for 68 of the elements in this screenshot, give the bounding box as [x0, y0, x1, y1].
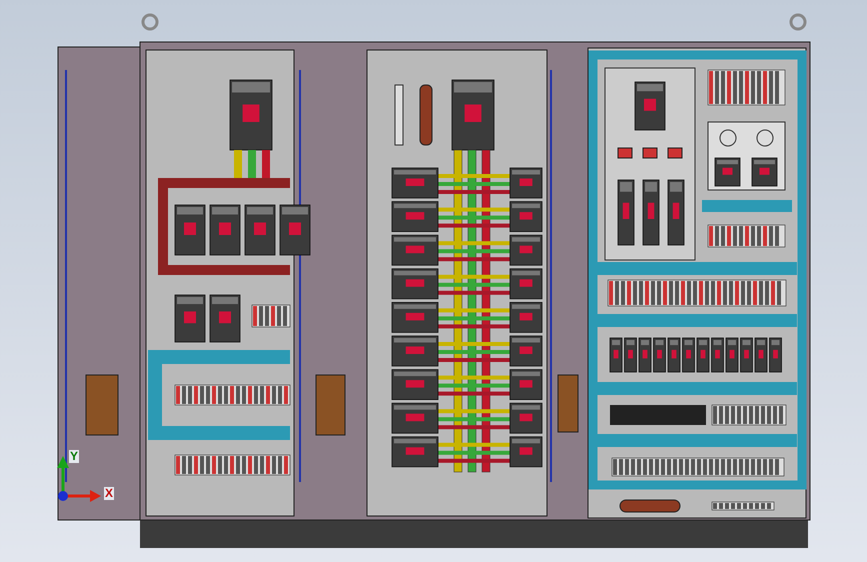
busbar-drawing — [234, 150, 270, 180]
circuit-breaker-icon — [392, 268, 438, 300]
circuit-breaker-icon — [280, 204, 310, 256]
circuit-breaker-icon — [668, 338, 680, 372]
terminal-strip-icon — [712, 404, 786, 426]
indicator-lamp-icon — [618, 148, 632, 158]
circuit-breaker-icon — [754, 338, 768, 372]
terminal-strip-icon — [612, 458, 784, 476]
circuit-breaker-icon — [392, 436, 438, 468]
circuit-breaker-icon — [392, 402, 438, 434]
ground-bar — [420, 84, 432, 146]
indicator-lamp-icon — [668, 148, 682, 158]
circuit-breaker-icon — [634, 82, 666, 130]
terminal-strip-icon — [174, 384, 290, 406]
circuit-breaker-icon — [510, 168, 542, 198]
circuit-breaker-icon — [244, 204, 276, 256]
circuit-breaker-icon — [726, 338, 738, 372]
circuit-breaker-icon — [210, 204, 240, 256]
terminal-block-icon — [610, 405, 706, 425]
circuit-breaker-icon — [392, 369, 438, 400]
indicator-lamp-icon — [642, 148, 658, 158]
door-handle — [316, 374, 346, 436]
circuit-breaker-icon — [510, 369, 542, 400]
circuit-breaker-icon — [174, 294, 206, 342]
y-axis-label: Y — [69, 450, 80, 463]
circuit-breaker-icon — [510, 436, 542, 468]
circuit-breaker-icon — [696, 338, 710, 372]
circuit-breaker-icon — [638, 338, 652, 372]
terminal-strip-icon — [708, 224, 786, 248]
circuit-breaker-icon — [510, 302, 542, 333]
circuit-breaker-icon — [510, 268, 542, 300]
circuit-breaker-icon — [392, 336, 438, 366]
circuit-breaker-icon — [230, 80, 272, 150]
circuit-breaker-icon — [210, 294, 240, 342]
circuit-breaker-icon — [711, 338, 724, 372]
circuit-breaker-icon — [510, 234, 542, 266]
circuit-breaker-icon — [752, 158, 778, 186]
circuit-breaker-icon — [610, 338, 622, 372]
terminal-strip-icon — [712, 502, 774, 510]
circuit-breaker-icon — [174, 204, 206, 256]
circuit-breaker-icon — [740, 338, 753, 372]
terminal-strip-icon — [608, 280, 786, 306]
circuit-breaker-icon — [653, 338, 666, 372]
circuit-breaker-icon — [682, 338, 695, 372]
circuit-breaker-icon — [452, 80, 494, 150]
circuit-breaker-icon — [624, 338, 637, 372]
terminal-strip-icon — [708, 70, 786, 106]
lifting-eye-icon — [790, 14, 806, 30]
ground-bar — [620, 500, 680, 512]
terminal-strip-icon — [174, 454, 290, 476]
circuit-breaker-icon — [392, 234, 438, 266]
terminal-strip-icon — [252, 304, 290, 328]
circuit-breaker-icon — [668, 180, 684, 246]
circuit-breaker-icon — [618, 180, 634, 246]
circuit-breaker-icon — [714, 158, 740, 186]
door-handle — [558, 374, 578, 432]
circuit-breaker-icon — [392, 168, 438, 198]
lifting-eye-icon — [142, 14, 158, 30]
door-handle — [86, 374, 118, 436]
circuit-breaker-icon — [510, 402, 542, 434]
circuit-breaker-icon — [392, 302, 438, 333]
circuit-breaker-icon — [510, 201, 542, 232]
circuit-breaker-icon — [392, 201, 438, 232]
circuit-breaker-icon — [642, 180, 660, 246]
circuit-breaker-icon — [510, 336, 542, 366]
x-axis-label: X — [104, 487, 114, 500]
neutral-bar — [394, 84, 404, 146]
circuit-breaker-icon — [769, 338, 782, 372]
